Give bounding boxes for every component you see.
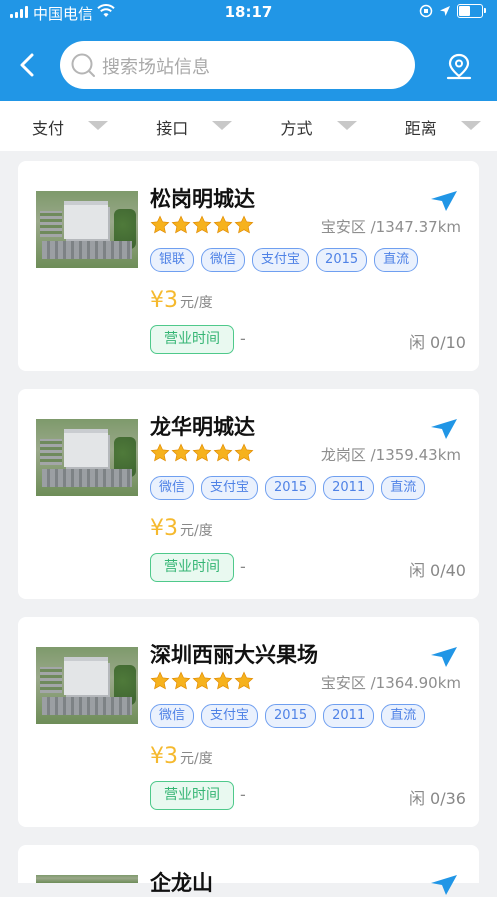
payment-tag: 微信	[150, 704, 195, 728]
station-rating	[150, 443, 254, 463]
orientation-lock-icon	[419, 4, 433, 18]
station-tags: 微信 支付宝 2015 2011 直流	[150, 476, 426, 500]
star-icon	[171, 443, 191, 462]
payment-tag: 微信	[150, 476, 195, 500]
star-icon	[234, 443, 254, 462]
station-name: 松岗明城达	[150, 187, 255, 211]
payment-tag: 直流	[381, 476, 426, 500]
station-distance: 龙岗区 /1359.43km	[320, 446, 461, 464]
navigate-arrow-icon[interactable]	[430, 646, 458, 668]
business-hours-badge: 营业时间	[150, 553, 234, 582]
station-name: 龙华明城达	[150, 415, 255, 439]
navigate-arrow-icon[interactable]	[430, 190, 458, 212]
app-header: 中国电信 18:17 搜索场站信息	[0, 0, 497, 101]
dropdown-arrow-icon	[336, 121, 357, 130]
payment-tag: 直流	[381, 704, 426, 728]
station-rating	[150, 215, 254, 235]
payment-tag: 2015	[265, 476, 317, 500]
station-tags: 银联 微信 支付宝 2015 直流	[150, 248, 419, 272]
star-icon	[171, 215, 191, 234]
station-price: ¥3 元/度	[150, 516, 213, 541]
star-icon	[192, 671, 212, 690]
payment-tag: 微信	[201, 248, 246, 272]
back-arrow-icon[interactable]	[14, 50, 42, 80]
filter-payment[interactable]: 支付	[0, 101, 124, 151]
station-distance: 宝安区 /1347.37km	[320, 218, 461, 236]
station-name: 企龙山	[150, 871, 213, 895]
dropdown-arrow-icon	[88, 121, 108, 130]
star-icon	[150, 443, 170, 462]
station-name: 深圳西丽大兴果场	[150, 643, 318, 667]
payment-tag: 直流	[374, 248, 419, 272]
station-rating	[150, 671, 254, 691]
star-icon	[213, 443, 233, 462]
idle-count: 闲 0/40	[408, 561, 466, 580]
idle-count: 闲 0/10	[408, 333, 466, 352]
search-icon	[71, 53, 95, 77]
payment-tag: 2011	[323, 476, 375, 500]
station-price: ¥3 元/度	[150, 744, 213, 769]
payment-tag: 2011	[323, 704, 375, 728]
payment-tag: 银联	[150, 248, 195, 272]
business-hours-badge: 营业时间	[150, 781, 234, 810]
star-icon	[234, 671, 254, 690]
station-tags: 微信 支付宝 2015 2011 直流	[150, 704, 426, 728]
star-icon	[192, 215, 212, 234]
station-card[interactable]: 松岗明城达 宝安区 /1347.37km 银联 微信 支付宝 2015 直流 ¥3 元/度…	[18, 161, 479, 371]
star-icon	[150, 671, 170, 690]
station-thumbnail	[36, 875, 138, 883]
payment-tag: 支付宝	[252, 248, 310, 272]
star-icon	[171, 671, 191, 690]
station-thumbnail	[36, 191, 138, 268]
star-icon	[192, 443, 212, 462]
status-bar: 中国电信 18:17	[0, 0, 497, 26]
station-thumbnail	[36, 419, 138, 496]
location-pin-icon[interactable]	[444, 52, 474, 82]
business-hours-badge: 营业时间	[150, 325, 234, 354]
payment-tag: 2015	[316, 248, 368, 272]
business-hours-value: -	[240, 329, 246, 348]
star-icon	[213, 671, 233, 690]
station-distance: 宝安区 /1364.90km	[320, 674, 461, 692]
navigate-arrow-icon[interactable]	[430, 418, 458, 440]
station-thumbnail	[36, 647, 138, 724]
dropdown-arrow-icon	[460, 121, 481, 130]
battery-icon	[457, 4, 486, 18]
station-card[interactable]: 深圳西丽大兴果场 宝安区 /1364.90km 微信 支付宝 2015 2011 直流 …	[18, 617, 479, 827]
search-placeholder: 搜索场站信息	[102, 57, 210, 78]
station-card[interactable]: 企龙山	[18, 845, 479, 895]
station-card[interactable]: 龙华明城达 龙岗区 /1359.43km 微信 支付宝 2015 2011 直流 ¥3 元…	[18, 389, 479, 599]
filter-distance[interactable]: 距离	[373, 101, 497, 151]
payment-tag: 支付宝	[201, 704, 259, 728]
filter-connector[interactable]: 接口	[124, 101, 248, 151]
station-price: ¥3 元/度	[150, 288, 213, 313]
business-hours-value: -	[240, 557, 246, 576]
navigate-arrow-icon[interactable]	[430, 874, 458, 896]
location-services-icon	[440, 6, 450, 16]
star-icon	[213, 215, 233, 234]
business-hours-value: -	[240, 785, 246, 804]
star-icon	[234, 215, 254, 234]
idle-count: 闲 0/36	[408, 789, 466, 808]
filter-bar: 支付 接口 方式 距离	[0, 101, 497, 151]
search-input[interactable]: 搜索场站信息	[60, 41, 415, 89]
payment-tag: 支付宝	[201, 476, 259, 500]
star-icon	[150, 215, 170, 234]
payment-tag: 2015	[265, 704, 317, 728]
filter-method[interactable]: 方式	[249, 101, 373, 151]
dropdown-arrow-icon	[212, 121, 233, 130]
